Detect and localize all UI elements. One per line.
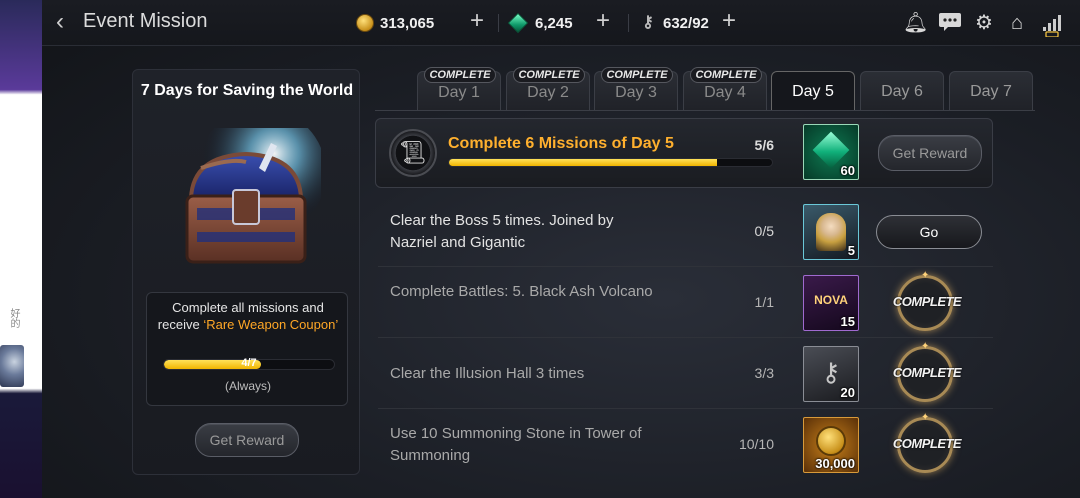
tab-label: Day 7	[970, 83, 1012, 100]
complete-stamp: COMPLETE	[513, 67, 585, 83]
mission-progress: 3/3	[754, 365, 774, 381]
star-icon: ✦	[921, 270, 930, 281]
tab-day-2[interactable]: COMPLETE Day 2	[506, 67, 590, 110]
description-line: Complete all missions and	[172, 300, 324, 315]
tab-underline	[375, 110, 1035, 111]
star-icon: ✦	[921, 341, 930, 352]
reward-gem-box[interactable]: 60	[803, 124, 859, 180]
divider	[628, 14, 629, 32]
summary-progress-count: 5/6	[754, 137, 774, 153]
tab-day-1[interactable]: COMPLETE Day 1	[417, 67, 501, 110]
star-icon: ✦	[921, 412, 930, 423]
complete-label: COMPLETE	[892, 365, 962, 380]
mission-progress: 0/5	[754, 223, 774, 239]
reward-hero-box[interactable]: 5	[803, 204, 859, 260]
complete-badge: ✦ COMPLETE	[891, 412, 963, 476]
event-period: (Always)	[224, 379, 271, 393]
tab-label: Day 4	[704, 84, 746, 101]
avatar[interactable]	[0, 345, 24, 387]
mission-progress: 1/1	[754, 294, 774, 310]
complete-stamp: COMPLETE	[424, 67, 496, 83]
event-mission-screen: ‹ Event Mission 313,065 + 6,245 + ⚷ 632/…	[42, 0, 1080, 498]
gold-coin-icon	[356, 14, 374, 32]
gem-amount: 6,245	[535, 14, 573, 32]
reward-quantity: 20	[840, 385, 855, 400]
mission-text: Clear the Boss 5 times. Joined by Nazrie…	[390, 212, 614, 251]
reward-gold-box[interactable]: 30,000	[803, 417, 859, 473]
gold-counter: 313,065	[356, 12, 434, 34]
scroll-icon: 📜︎	[389, 129, 437, 177]
tab-day-3[interactable]: COMPLETE Day 3	[594, 67, 678, 110]
mission-row: Use 10 Summoning Stone in Tower of Summo…	[378, 410, 993, 480]
mission-row: Complete Battles: 5. Black Ash Volcano 1…	[378, 268, 993, 338]
gem-counter: 6,245	[507, 12, 573, 34]
key-ticket-icon: ⚷	[642, 14, 654, 31]
final-get-reward-button[interactable]: Get Reward	[195, 423, 299, 457]
divider	[498, 14, 499, 32]
tab-label: Day 3	[615, 84, 657, 101]
final-reward-box: Complete all missions and receive ‘Rare …	[146, 292, 348, 406]
description-prefix: receive	[157, 317, 204, 332]
complete-stamp: COMPLETE	[601, 67, 673, 83]
gem-icon	[507, 12, 529, 34]
add-gold-button[interactable]: +	[470, 9, 484, 33]
complete-badge: ✦ COMPLETE	[891, 270, 963, 334]
tab-day-5[interactable]: Day 5	[771, 71, 855, 111]
reward-quantity: 60	[840, 163, 855, 178]
go-button[interactable]: Go	[876, 215, 982, 249]
back-chevron-icon[interactable]: ‹	[56, 10, 78, 34]
mission-row: Clear the Illusion Hall 3 times 3/3 ⚷ 20…	[378, 339, 993, 409]
gold-amount: 313,065	[380, 14, 435, 32]
mission-text: Use 10 Summoning Stone in Tower of Summo…	[390, 425, 642, 464]
home-icon[interactable]: ⌂	[1005, 11, 1029, 35]
reward-quantity: 30,000	[815, 456, 855, 471]
tab-label: Day 6	[881, 83, 923, 100]
tab-label: Day 1	[438, 84, 480, 101]
summary-progress-bar	[448, 158, 773, 167]
reward-summary-panel: 7 Days for Saving the World Complete all…	[132, 69, 360, 475]
overall-progress-count: 4/7	[241, 357, 257, 369]
complete-label: COMPLETE	[892, 436, 962, 451]
reward-name: ‘Rare Weapon Coupon’	[203, 317, 339, 332]
ticket-counter: ⚷ 632/92	[639, 12, 709, 34]
side-text: 好的	[8, 308, 19, 328]
top-bar: ‹ Event Mission 313,065 + 6,245 + ⚷ 632/…	[42, 0, 1080, 46]
chat-icon[interactable]	[937, 11, 963, 35]
tab-day-4[interactable]: COMPLETE Day 4	[683, 67, 767, 110]
gear-icon[interactable]: ⚙	[972, 11, 996, 35]
day-mission-summary: 📜︎ Complete 6 Missions of Day 5 5/6 60 G…	[375, 118, 993, 188]
mission-text: Clear the Illusion Hall 3 times	[390, 365, 585, 382]
summary-progress-fill	[449, 159, 718, 166]
add-gem-button[interactable]: +	[596, 9, 610, 33]
signal-icon	[1041, 11, 1063, 38]
reward-nova-box[interactable]: NOVA 15	[803, 275, 859, 331]
treasure-chest-icon	[185, 128, 321, 264]
tab-day-6[interactable]: Day 6	[860, 71, 944, 110]
mission-row: Clear the Boss 5 times. Joined by Nazrie…	[378, 197, 993, 267]
final-reward-description: Complete all missions and receive ‘Rare …	[147, 299, 349, 333]
reward-key-box[interactable]: ⚷ 20	[803, 346, 859, 402]
complete-stamp: COMPLETE	[690, 67, 762, 83]
complete-label: COMPLETE	[892, 294, 962, 309]
complete-badge: ✦ COMPLETE	[891, 341, 963, 405]
summary-get-reward-button[interactable]: Get Reward	[878, 135, 982, 171]
ticket-amount: 632/92	[663, 14, 709, 32]
tab-label: Day 2	[527, 84, 569, 101]
panel-title: 7 Days for Saving the World	[140, 82, 354, 99]
tab-label: Day 5	[792, 83, 834, 100]
tab-day-7[interactable]: Day 7	[949, 71, 1033, 110]
bell-icon[interactable]: 🔔︎	[903, 11, 928, 35]
page-title: Event Mission	[83, 10, 208, 32]
mission-text: Complete Battles: 5. Black Ash Volcano	[390, 283, 653, 300]
reward-quantity: 5	[847, 243, 855, 258]
reward-quantity: 15	[840, 314, 855, 329]
add-ticket-button[interactable]: +	[722, 9, 736, 33]
side-strip: 好的	[0, 0, 42, 498]
mission-progress: 10/10	[738, 436, 774, 452]
summary-mission-text: Complete 6 Missions of Day 5	[448, 135, 674, 152]
